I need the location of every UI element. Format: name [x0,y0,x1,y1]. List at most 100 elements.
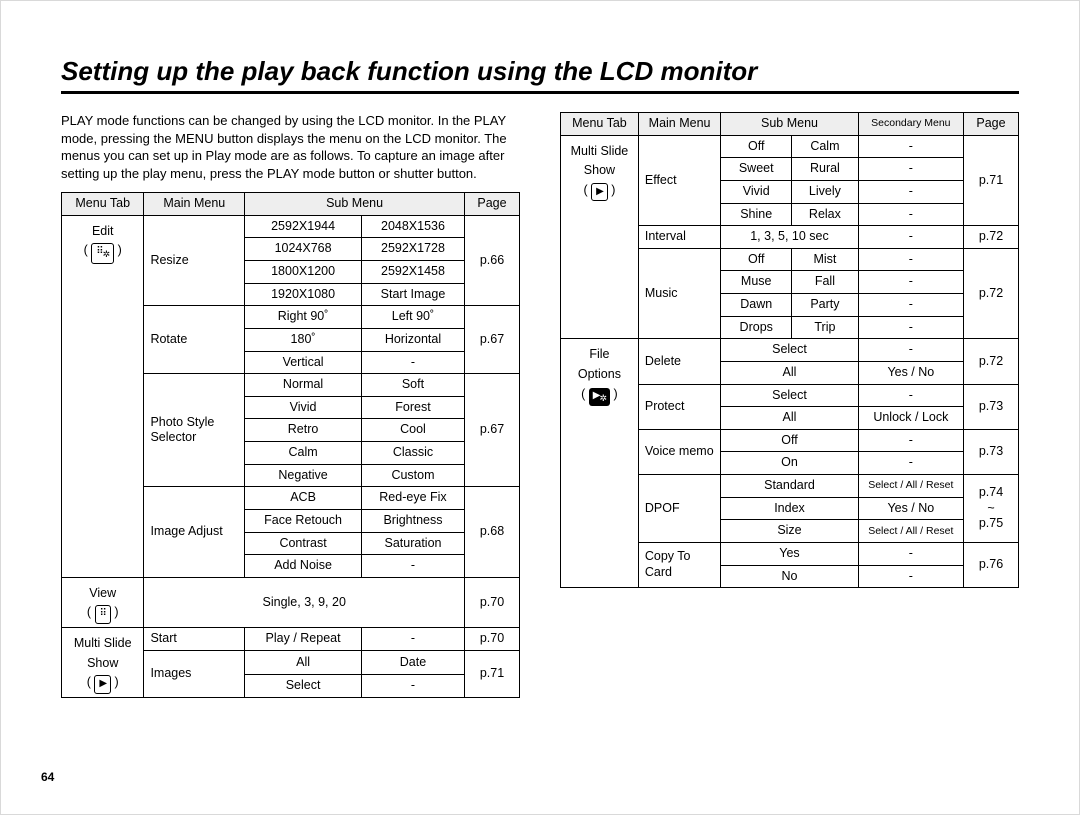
cell: - [858,180,963,203]
cell: Date [361,650,464,675]
cell: Vertical [245,351,362,374]
page-ref: p.73 [964,429,1019,474]
cell: 1024X768 [245,238,362,261]
cell: - [361,351,464,374]
page-ref: p.71 [465,650,520,697]
page-ref: p.76 [964,542,1019,587]
cell: - [858,135,963,158]
table-header-row: Menu Tab Main Menu Sub Menu Page [62,193,520,216]
mss2-label-2: Show [566,163,633,179]
cell: No [721,565,858,588]
cell: Classic [361,442,464,465]
cell: Yes / No [858,361,963,384]
mainmenu-resize: Resize [144,215,245,306]
cell: Relax [792,203,859,226]
cell: Face Retouch [245,509,362,532]
header-submenu: Sub Menu [245,193,465,216]
cell: Contrast [245,532,362,555]
mss-label-2: Show [67,656,138,672]
page-title: Setting up the play back function using … [61,56,1019,94]
cell: - [858,316,963,339]
cell: - [858,294,963,317]
cell: Lively [792,180,859,203]
cell: Forest [361,396,464,419]
cell: Rural [792,158,859,181]
cell: Right 90˚ [245,306,362,329]
edit-icon: ⠿✲ [91,243,114,263]
cell: Yes [721,542,858,565]
cell: Off [721,429,858,452]
mainmenu-start: Start [144,627,245,650]
menutab-multislideshow: Multi Slide Show ( ▶ ) [62,627,144,697]
menu-table-right: Menu Tab Main Menu Sub Menu Secondary Me… [560,112,1019,588]
header-page: Page [964,113,1019,136]
mainmenu-effect: Effect [638,135,720,226]
cell: Shine [721,203,792,226]
cell: Brightness [361,509,464,532]
cell: ACB [245,487,362,510]
right-column: Menu Tab Main Menu Sub Menu Secondary Me… [560,112,1019,698]
page-ref: p.74 ~ p.75 [964,475,1019,543]
cell: Calm [792,135,859,158]
cell: 1800X1200 [245,261,362,284]
cell: Soft [361,374,464,397]
mainmenu-music: Music [638,248,720,339]
mainmenu-images: Images [144,650,245,697]
cell: - [858,429,963,452]
page-ref: p.73 [964,384,1019,429]
view-label: View [67,586,138,602]
menutab-edit: Edit ( ⠿✲ ) [62,215,144,577]
cell: Off [721,135,792,158]
mainmenu-rotate: Rotate [144,306,245,374]
mss-label-1: Multi Slide [67,636,138,652]
cell: Muse [721,271,792,294]
view-icon: ⠿ [95,605,111,624]
cell: Size [721,520,858,543]
cell: - [858,271,963,294]
cell: - [361,675,464,698]
left-column: PLAY mode functions can be changed by us… [61,112,520,698]
page-ref: p.70 [465,577,520,627]
cell: - [858,158,963,181]
cell: - [858,203,963,226]
cell: 2048X1536 [361,215,464,238]
cell: 1920X1080 [245,283,362,306]
mainmenu-dpof: DPOF [638,475,720,543]
page-ref: p.67 [465,374,520,487]
page-ref: p.72 [964,339,1019,384]
header-menutab: Menu Tab [561,113,639,136]
cell: Red-eye Fix [361,487,464,510]
slideshow-icon: ▶ [94,675,111,694]
page-ref: p.72 [964,226,1019,249]
cell: Negative [245,464,362,487]
cell: All [245,650,362,675]
cell: Standard [721,475,858,498]
header-menutab: Menu Tab [62,193,144,216]
cell: Select [721,339,858,362]
cell: Start Image [361,283,464,306]
cell: All [721,407,858,430]
intro-text: PLAY mode functions can be changed by us… [61,112,520,182]
cell: Fall [792,271,859,294]
cell: Unlock / Lock [858,407,963,430]
mainmenu-protect: Protect [638,384,720,429]
view-submenu: Single, 3, 9, 20 [144,577,465,627]
cell: Off [721,248,792,271]
page-ref: p.72 [964,248,1019,339]
columns: PLAY mode functions can be changed by us… [61,112,1019,698]
page-ref: p.71 [964,135,1019,226]
menutab-multislideshow-2: Multi Slide Show ( ▶ ) [561,135,639,339]
cell: Retro [245,419,362,442]
cell: Calm [245,442,362,465]
fo-label-1: File [566,347,633,363]
cell: - [858,384,963,407]
edit-label: Edit [67,224,138,240]
cell: Dawn [721,294,792,317]
cell: - [858,339,963,362]
cell: - [858,542,963,565]
cell: - [858,452,963,475]
cell: 2592X1458 [361,261,464,284]
page-ref: p.70 [465,627,520,650]
menutab-fileoptions: File Options ( ▶✲ ) [561,339,639,588]
cell: Trip [792,316,859,339]
